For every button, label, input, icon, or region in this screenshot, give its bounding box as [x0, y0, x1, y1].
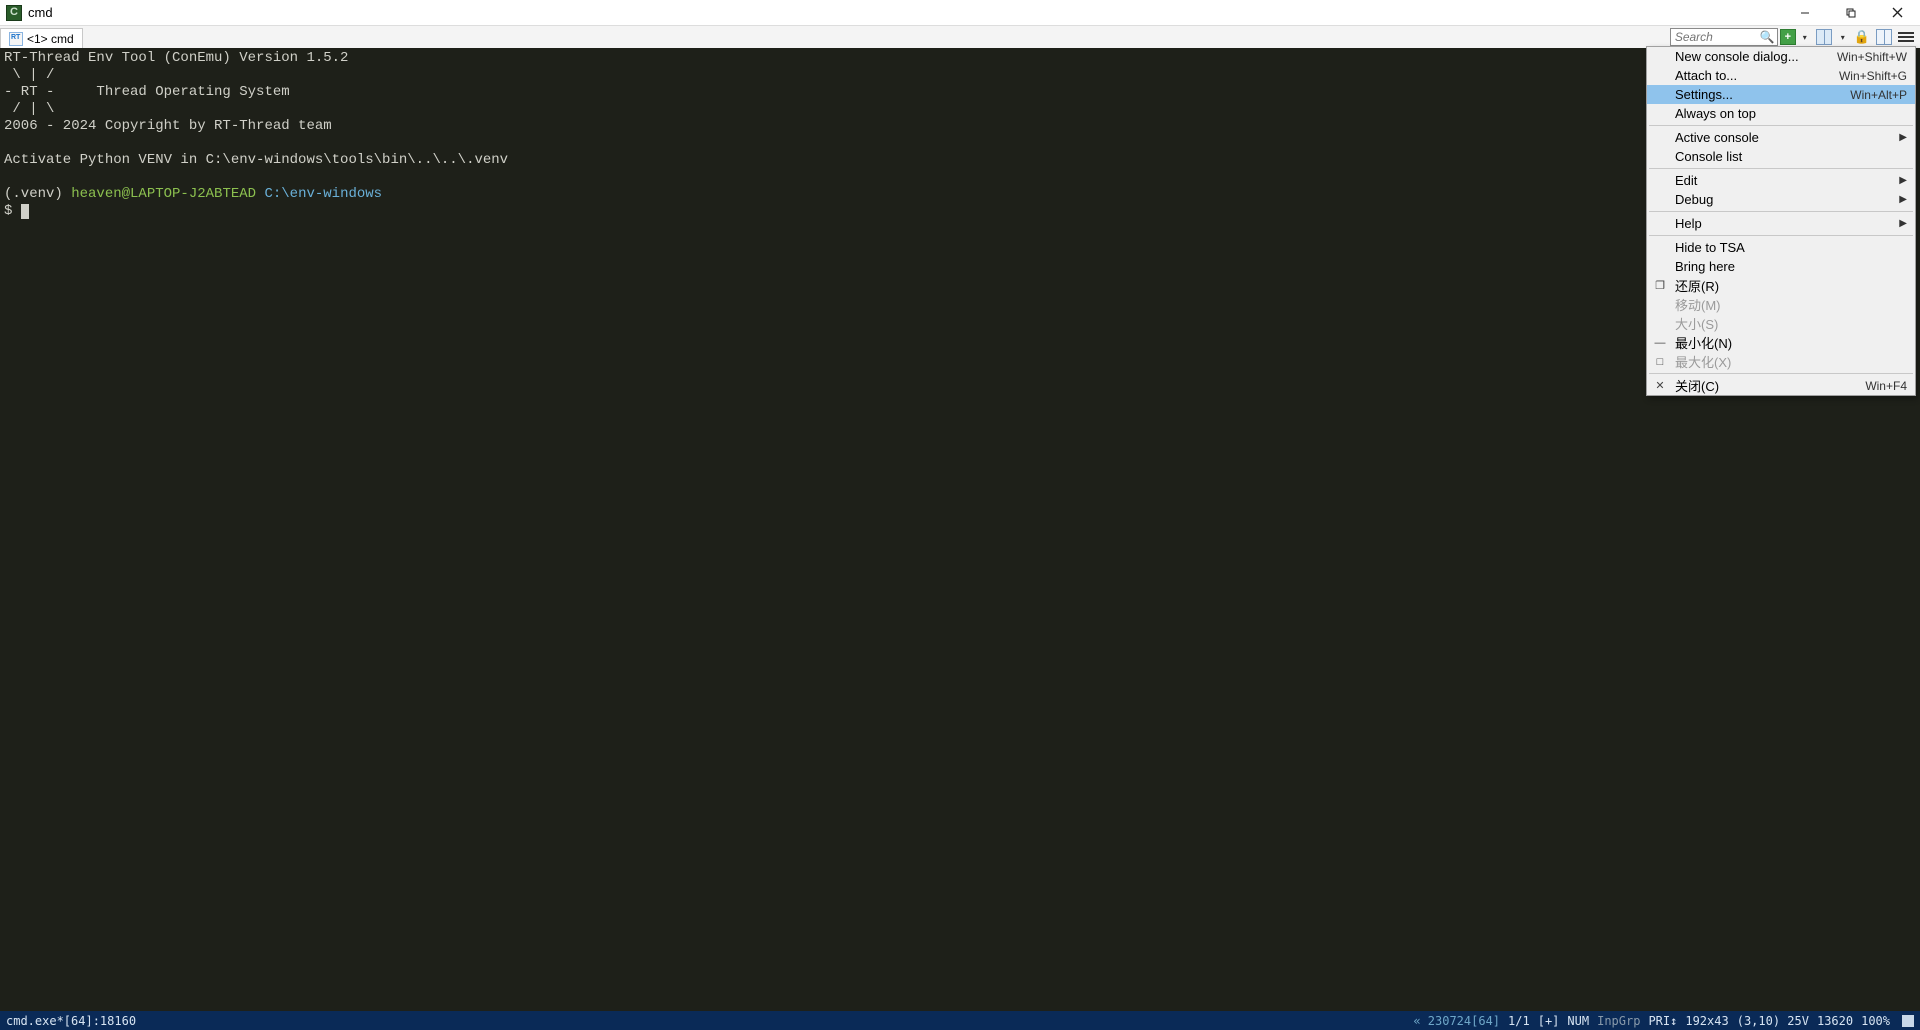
- app-icon: [6, 5, 22, 21]
- menu-separator: [1649, 125, 1913, 126]
- titlebar: cmd: [0, 0, 1920, 26]
- menu-item-label: Console list: [1675, 149, 1907, 164]
- status-inpgrp: InpGrp: [1597, 1014, 1640, 1028]
- tabbar: <1> cmd 🔍 + ▾ ▾ 🔒: [0, 26, 1920, 48]
- status-scroll-nub[interactable]: [1902, 1015, 1914, 1027]
- submenu-arrow-icon: ▶: [1899, 194, 1907, 205]
- menu-item[interactable]: — 最小化(N): [1647, 333, 1915, 352]
- menu-item: 移动(M): [1647, 295, 1915, 314]
- menu-item[interactable]: ❐ 还原(R): [1647, 276, 1915, 295]
- menu-item[interactable]: Console list: [1647, 147, 1915, 166]
- search-input[interactable]: [1670, 28, 1778, 46]
- menu-item-shortcut: Win+Shift+G: [1839, 69, 1907, 83]
- status-num: NUM: [1567, 1014, 1589, 1028]
- menu-item-label: 移动(M): [1675, 295, 1907, 314]
- status-size: 192x43: [1685, 1014, 1728, 1028]
- status-cursor: (3,10) 25V: [1737, 1014, 1809, 1028]
- tab-cmd[interactable]: <1> cmd: [0, 28, 83, 48]
- menu-item: 大小(S): [1647, 314, 1915, 333]
- menu-item-label: New console dialog...: [1675, 49, 1837, 64]
- menu-separator: [1649, 235, 1913, 236]
- menu-item-shortcut: Win+Alt+P: [1850, 88, 1907, 102]
- hamburger-icon: [1898, 30, 1914, 44]
- menu-item-label: Bring here: [1675, 259, 1907, 274]
- maximize-button[interactable]: [1828, 0, 1874, 26]
- menu-item-icon: ❐: [1653, 279, 1667, 292]
- menu-item[interactable]: Active console▶: [1647, 128, 1915, 147]
- split-button[interactable]: [1814, 28, 1834, 46]
- status-plus: [+]: [1538, 1014, 1560, 1028]
- menu-item[interactable]: New console dialog...Win+Shift+W: [1647, 47, 1915, 66]
- menu-separator: [1649, 211, 1913, 212]
- status-process: cmd.exe*[64]:18160: [6, 1014, 136, 1028]
- split-dropdown[interactable]: ▾: [1836, 28, 1850, 46]
- lock-icon[interactable]: 🔒: [1852, 28, 1872, 46]
- close-button[interactable]: [1874, 0, 1920, 26]
- menu-item[interactable]: Attach to...Win+Shift+G: [1647, 66, 1915, 85]
- menu-item-label: 关闭(C): [1675, 376, 1865, 395]
- menu-item[interactable]: Help▶: [1647, 214, 1915, 233]
- status-pri: PRI↕: [1648, 1014, 1677, 1028]
- menu-item[interactable]: Settings...Win+Alt+P: [1647, 85, 1915, 104]
- window-title: cmd: [28, 5, 53, 20]
- menu-item[interactable]: Always on top: [1647, 104, 1915, 123]
- terminal-area[interactable]: RT-Thread Env Tool (ConEmu) Version 1.5.…: [0, 48, 1920, 1011]
- menu-item-shortcut: Win+F4: [1865, 379, 1907, 393]
- menu-button[interactable]: [1896, 28, 1916, 46]
- tab-icon: [9, 32, 23, 46]
- menu-item-icon: □: [1653, 356, 1667, 368]
- status-sync: « 230724[64]: [1413, 1014, 1500, 1028]
- toolbar-right: 🔍 + ▾ ▾ 🔒: [1670, 26, 1916, 48]
- menu-item-icon: ✕: [1653, 379, 1667, 392]
- menu-separator: [1649, 168, 1913, 169]
- menu-item-label: Always on top: [1675, 106, 1907, 121]
- menu-item-icon: —: [1653, 337, 1667, 349]
- terminal-cursor: [21, 204, 29, 219]
- menu-item-label: Settings...: [1675, 87, 1850, 102]
- menu-item-label: Help: [1675, 216, 1899, 231]
- menu-separator: [1649, 373, 1913, 374]
- new-console-dropdown[interactable]: ▾: [1798, 28, 1812, 46]
- menu-item-shortcut: Win+Shift+W: [1837, 50, 1907, 64]
- submenu-arrow-icon: ▶: [1899, 175, 1907, 186]
- submenu-arrow-icon: ▶: [1899, 218, 1907, 229]
- menu-item-label: 最大化(X): [1675, 352, 1907, 371]
- prompt-venv: (.venv): [4, 186, 71, 202]
- menu-item-label: Edit: [1675, 173, 1899, 188]
- menu-item-label: Hide to TSA: [1675, 240, 1907, 255]
- menu-item-label: Debug: [1675, 192, 1899, 207]
- prompt-path: C:\env-windows: [256, 186, 382, 202]
- prompt-symbol: $: [4, 203, 21, 219]
- menu-item-label: 还原(R): [1675, 276, 1907, 295]
- tab-label: <1> cmd: [27, 32, 74, 46]
- menu-item: □ 最大化(X): [1647, 352, 1915, 371]
- menu-item-label: 大小(S): [1675, 314, 1907, 333]
- new-console-button[interactable]: +: [1780, 29, 1796, 45]
- menu-item-label: Attach to...: [1675, 68, 1839, 83]
- maximize-pane-button[interactable]: [1874, 28, 1894, 46]
- menu-item[interactable]: Edit▶: [1647, 171, 1915, 190]
- submenu-arrow-icon: ▶: [1899, 132, 1907, 143]
- menu-item[interactable]: ✕ 关闭(C)Win+F4: [1647, 376, 1915, 395]
- statusbar: cmd.exe*[64]:18160 « 230724[64] 1/1 [+] …: [0, 1011, 1920, 1030]
- minimize-button[interactable]: [1782, 0, 1828, 26]
- menu-item[interactable]: Debug▶: [1647, 190, 1915, 209]
- menu-item[interactable]: Hide to TSA: [1647, 238, 1915, 257]
- status-pid: 13620: [1817, 1014, 1853, 1028]
- context-menu: New console dialog...Win+Shift+WAttach t…: [1646, 46, 1916, 396]
- window-controls: [1782, 0, 1920, 26]
- menu-item[interactable]: Bring here: [1647, 257, 1915, 276]
- menu-item-label: Active console: [1675, 130, 1899, 145]
- status-zoom: 100%: [1861, 1014, 1890, 1028]
- menu-item-label: 最小化(N): [1675, 333, 1907, 352]
- prompt-user: heaven@LAPTOP-J2ABTEAD: [71, 186, 256, 202]
- status-tabcount: 1/1: [1508, 1014, 1530, 1028]
